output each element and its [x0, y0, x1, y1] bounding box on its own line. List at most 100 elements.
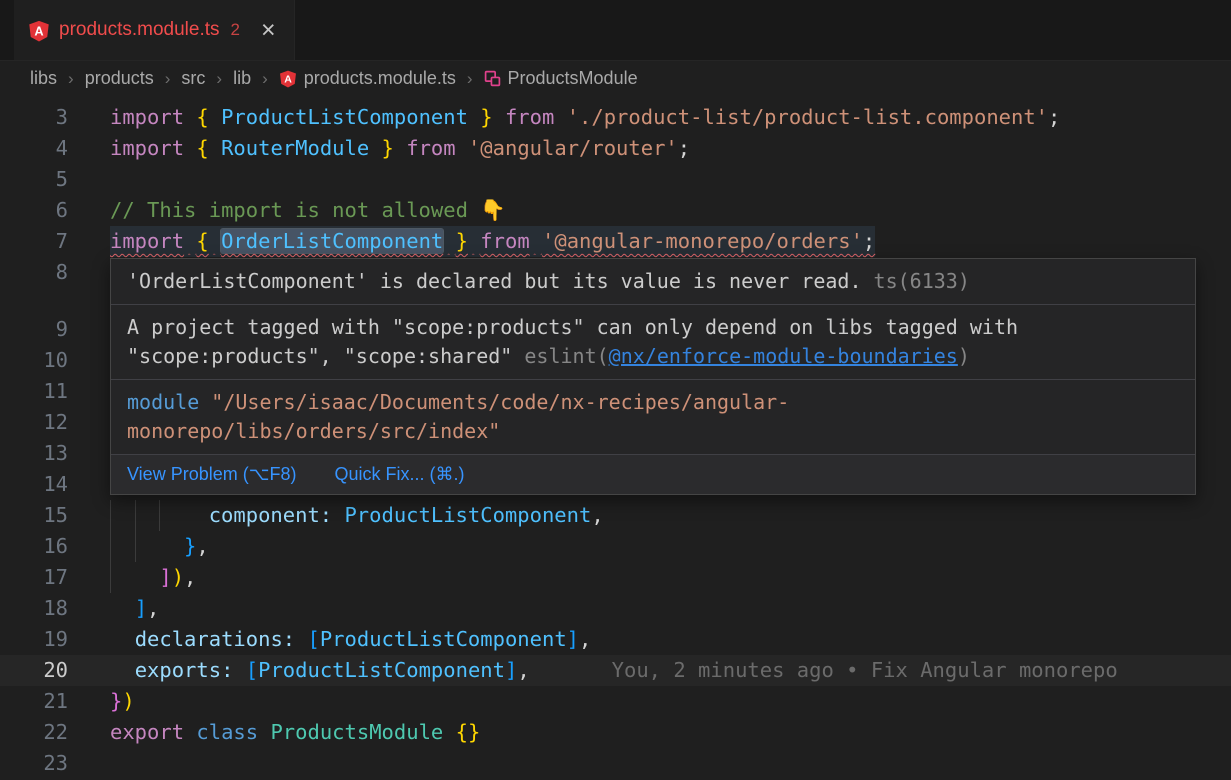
line-number[interactable]: 15 — [0, 500, 90, 531]
code-line-5[interactable]: 5 — [0, 164, 1231, 195]
line-number[interactable]: 9 — [0, 314, 90, 345]
line-number[interactable]: 18 — [0, 593, 90, 624]
code-token: '@angular/router' — [468, 136, 678, 160]
breadcrumb-item-productsmodule[interactable]: ProductsModule — [484, 68, 638, 89]
close-icon[interactable]: × — [261, 18, 276, 43]
code-token: ProductsModule — [270, 720, 443, 744]
module-symbol-icon — [484, 70, 501, 87]
code-token: { — [196, 105, 208, 129]
code-content: import { RouterModule } from '@angular/r… — [110, 133, 690, 164]
hover-section-1: 'OrderListComponent' is declared but its… — [111, 259, 1195, 304]
code-token: '@angular-monorepo/orders' — [542, 229, 863, 253]
code-token — [110, 658, 135, 682]
code-token — [110, 531, 135, 562]
code-line-19[interactable]: 19 declarations: [ProductListComponent], — [0, 624, 1231, 655]
code-token: { — [196, 136, 208, 160]
line-number[interactable]: 21 — [0, 686, 90, 717]
code-token — [159, 500, 184, 531]
code-token: ) — [122, 689, 134, 713]
code-token: , — [184, 565, 196, 589]
hover-text-line: 'OrderListComponent' is declared but its… — [127, 267, 1179, 296]
code-token: ) — [172, 565, 184, 589]
code-line-6[interactable]: 6// This import is not allowed 👇 — [0, 195, 1231, 226]
code-line-17[interactable]: 17 ]), — [0, 562, 1231, 593]
code-token: exports: — [135, 658, 234, 682]
line-number[interactable]: 13 — [0, 438, 90, 469]
breadcrumb-label: ProductsModule — [508, 68, 638, 89]
tab-title: products.module.ts — [59, 19, 220, 41]
code-content: export class ProductsModule {} — [110, 717, 480, 748]
line-number[interactable]: 16 — [0, 531, 90, 562]
line-number[interactable]: 8 — [0, 257, 90, 288]
hover-section-3: module "/Users/isaac/Documents/code/nx-r… — [111, 379, 1195, 454]
code-token: component: — [209, 503, 332, 527]
code-token: RouterModule — [221, 136, 369, 160]
code-token: 👇 — [480, 198, 506, 222]
hover-action-view[interactable]: View Problem (⌥F8) — [127, 464, 296, 485]
code-line-16[interactable]: 16 }, — [0, 531, 1231, 562]
line-number[interactable]: 14 — [0, 469, 90, 500]
hover-token: module — [127, 390, 199, 414]
code-line-18[interactable]: 18 ], — [0, 593, 1231, 624]
eslint-rule-link[interactable]: @nx/enforce-module-boundaries — [609, 344, 958, 368]
code-line-3[interactable]: 3import { ProductListComponent } from '.… — [0, 102, 1231, 133]
line-number[interactable]: 23 — [0, 748, 90, 779]
code-token: ; — [678, 136, 690, 160]
breadcrumb-separator: › — [216, 69, 222, 89]
code-token — [135, 500, 160, 531]
line-number[interactable]: 22 — [0, 717, 90, 748]
code-line-23[interactable]: 23 — [0, 748, 1231, 779]
code-content: }, — [110, 531, 209, 562]
line-number[interactable]: 11 — [0, 376, 90, 407]
line-number[interactable]: 7 — [0, 226, 90, 257]
code-token — [184, 136, 196, 160]
breadcrumb-item-src[interactable]: src — [181, 68, 205, 89]
tab-products-module-ts[interactable]: A products.module.ts 2 × — [14, 0, 295, 60]
code-token: from — [505, 105, 554, 129]
highlighted-symbol: OrderListComponent — [221, 229, 443, 253]
breadcrumb-item-products-module-ts[interactable]: Aproducts.module.ts — [279, 68, 456, 89]
line-number[interactable]: 3 — [0, 102, 90, 133]
hover-text-line: "scope:products", "scope:shared" eslint(… — [127, 342, 1179, 371]
git-blame-annotation: You, 2 minutes ago • Fix Angular monorep… — [530, 658, 1118, 682]
breadcrumb: libs›products›src›lib›Aproducts.module.t… — [0, 61, 1231, 96]
hover-text-line: A project tagged with "scope:products" c… — [127, 313, 1179, 342]
code-token: import — [110, 105, 184, 129]
code-token: } — [184, 534, 196, 558]
code-token: [ — [246, 658, 258, 682]
tab-problems-count: 2 — [229, 20, 240, 40]
hover-text-line: module "/Users/isaac/Documents/code/nx-r… — [127, 388, 1179, 417]
code-line-7[interactable]: 7import { OrderListComponent } from '@an… — [0, 226, 1231, 257]
line-number[interactable]: 12 — [0, 407, 90, 438]
breadcrumb-label: libs — [30, 68, 57, 89]
hover-action-quick[interactable]: Quick Fix... (⌘.) — [334, 464, 464, 485]
hover-token: "scope:products", "scope:shared" — [127, 344, 524, 368]
breadcrumb-item-products[interactable]: products — [85, 68, 154, 89]
line-number[interactable]: 17 — [0, 562, 90, 593]
code-token — [468, 229, 480, 253]
code-content: ]), — [110, 562, 196, 593]
line-number[interactable]: 10 — [0, 345, 90, 376]
code-line-20[interactable]: 20 exports: [ProductListComponent],You, … — [0, 655, 1231, 686]
line-number[interactable]: 6 — [0, 195, 90, 226]
code-token — [184, 720, 196, 744]
code-token: from — [406, 136, 455, 160]
code-line-4[interactable]: 4 import { RouterModule } from '@angular/… — [0, 133, 1231, 164]
hover-token: A project tagged with "scope:products" c… — [127, 315, 1018, 339]
code-token: ] — [159, 565, 171, 589]
code-token — [530, 229, 542, 253]
breadcrumb-item-lib[interactable]: lib — [233, 68, 251, 89]
code-token — [233, 658, 245, 682]
code-line-22[interactable]: 22 export class ProductsModule {} — [0, 717, 1231, 748]
line-number[interactable]: 19 — [0, 624, 90, 655]
line-number[interactable]: 5 — [0, 164, 90, 195]
line-number[interactable]: 20 — [0, 655, 90, 686]
code-line-21[interactable]: 21}) — [0, 686, 1231, 717]
code-token — [209, 136, 221, 160]
breadcrumb-item-libs[interactable]: libs — [30, 68, 57, 89]
code-token: , — [579, 627, 591, 651]
code-token: ProductListComponent — [344, 503, 591, 527]
code-token — [443, 720, 455, 744]
code-line-15[interactable]: 15 component: ProductListComponent, — [0, 500, 1231, 531]
line-number[interactable]: 4 — [0, 133, 90, 164]
